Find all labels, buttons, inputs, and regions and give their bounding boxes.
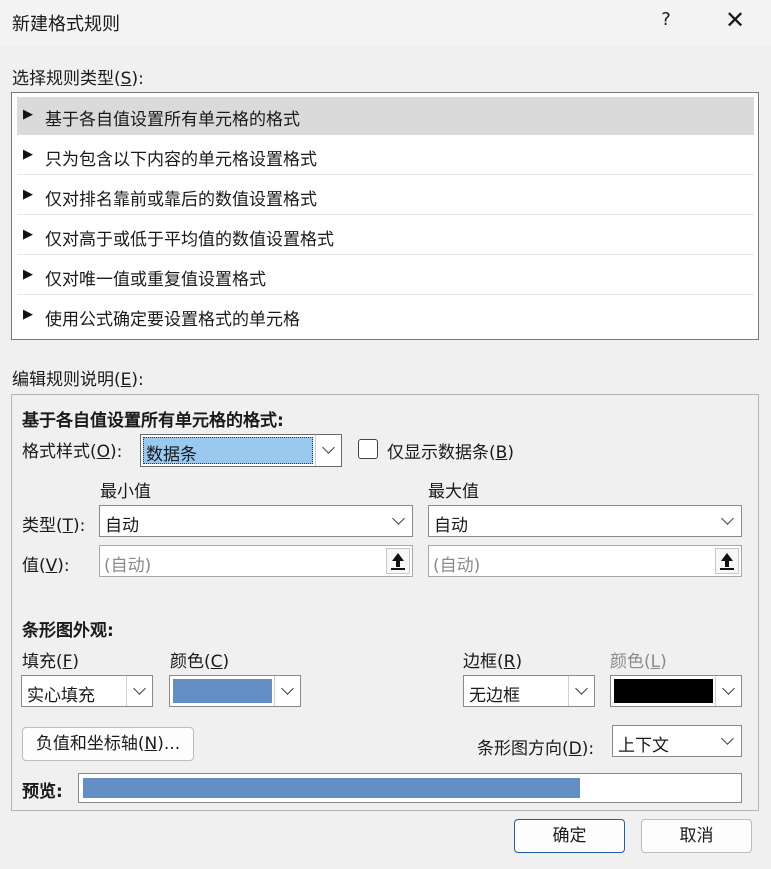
border-value: 无边框 xyxy=(469,686,520,706)
rule-item-average[interactable]: ▶ 仅对高于或低于平均值的数值设置格式 xyxy=(17,217,754,255)
format-style-label: 格式样式(O): xyxy=(22,442,123,462)
up-arrow-stem xyxy=(396,560,400,567)
preview-bar xyxy=(83,778,580,798)
fill-color-label: 颜色(C) xyxy=(170,652,230,672)
border-label: 边框(R) xyxy=(463,652,523,672)
dropdown-arrow xyxy=(568,676,594,706)
fill-value: 实心填充 xyxy=(27,686,95,706)
rule-item-label: 仅对排名靠前或靠后的数值设置格式 xyxy=(45,190,317,210)
ok-button[interactable]: 确定 xyxy=(514,819,625,853)
show-bar-only-checkbox[interactable] xyxy=(358,439,378,459)
rule-item-top-bottom[interactable]: ▶ 仅对排名靠前或靠后的数值设置格式 xyxy=(17,177,754,215)
rule-item-label: 基于各自值设置所有单元格的格式 xyxy=(45,110,300,130)
expand-triangle-icon: ▶ xyxy=(23,307,33,322)
fill-select[interactable]: 实心填充 xyxy=(21,675,153,707)
max-value-placeholder: (自动) xyxy=(433,556,481,576)
direction-select[interactable]: 上下文 xyxy=(612,725,742,757)
max-type-select[interactable]: 自动 xyxy=(428,505,742,537)
up-arrow-stem xyxy=(725,560,729,567)
min-header: 最小值 xyxy=(100,482,151,502)
chevron-down-icon xyxy=(133,682,146,695)
min-value-placeholder: (自动) xyxy=(104,556,152,576)
chevron-down-icon xyxy=(721,732,734,745)
dropdown-arrow xyxy=(715,726,741,756)
rule-item-label: 仅对唯一值或重复值设置格式 xyxy=(45,270,266,290)
collapse-dialog-button[interactable] xyxy=(715,548,739,574)
rule-item-label: 使用公式确定要设置格式的单元格 xyxy=(45,310,300,330)
dropdown-arrow xyxy=(715,506,741,536)
rule-item-formula[interactable]: ▶ 使用公式确定要设置格式的单元格 xyxy=(17,297,754,335)
expand-triangle-icon: ▶ xyxy=(23,147,33,162)
value-label: 值(V): xyxy=(22,556,70,576)
fill-color-swatch xyxy=(173,679,272,703)
max-type-value: 自动 xyxy=(434,516,468,536)
max-header: 最大值 xyxy=(428,482,479,502)
expand-triangle-icon: ▶ xyxy=(23,107,33,122)
up-arrow-base xyxy=(720,568,734,570)
border-color-select[interactable] xyxy=(610,675,742,707)
max-value-input[interactable]: (自动) xyxy=(428,545,742,577)
close-icon[interactable]: ✕ xyxy=(722,6,748,34)
rule-item-label: 只为包含以下内容的单元格设置格式 xyxy=(45,150,317,170)
chevron-down-icon xyxy=(281,682,294,695)
negative-axis-button[interactable]: 负值和坐标轴(N)... xyxy=(22,727,194,761)
format-style-select[interactable]: 数据条 xyxy=(140,434,342,467)
preview-label: 预览: xyxy=(22,782,63,802)
rule-item-unique-duplicate[interactable]: ▶ 仅对唯一值或重复值设置格式 xyxy=(17,257,754,295)
fill-color-select[interactable] xyxy=(169,675,301,707)
chevron-down-icon xyxy=(575,682,588,695)
chevron-down-icon xyxy=(721,512,734,525)
min-type-value: 自动 xyxy=(105,516,139,536)
border-color-label: 颜色(L) xyxy=(610,652,667,672)
rule-item-label: 仅对高于或低于平均值的数值设置格式 xyxy=(45,230,334,250)
collapse-dialog-button[interactable] xyxy=(386,548,410,574)
help-icon[interactable]: ? xyxy=(656,9,676,30)
dropdown-arrow xyxy=(386,506,412,536)
bar-appearance-heading: 条形图外观: xyxy=(22,621,114,641)
format-style-value: 数据条 xyxy=(146,445,197,465)
select-rule-type-label: 选择规则类型(S): xyxy=(12,69,144,89)
dialog-title: 新建格式规则 xyxy=(12,14,120,35)
chevron-down-icon xyxy=(392,512,405,525)
edit-rule-label: 编辑规则说明(E): xyxy=(12,370,144,390)
rule-item-all-cells[interactable]: ▶ 基于各自值设置所有单元格的格式 xyxy=(17,97,754,135)
rule-heading: 基于各自值设置所有单元格的格式: xyxy=(22,411,284,431)
dropdown-arrow xyxy=(315,435,341,466)
type-label: 类型(T): xyxy=(22,516,86,536)
dropdown-arrow xyxy=(274,676,300,706)
show-bar-only-label: 仅显示数据条(B) xyxy=(387,443,514,463)
border-select[interactable]: 无边框 xyxy=(463,675,595,707)
direction-label: 条形图方向(D): xyxy=(477,739,595,759)
rule-item-contains[interactable]: ▶ 只为包含以下内容的单元格设置格式 xyxy=(17,137,754,175)
dropdown-arrow xyxy=(126,676,152,706)
chevron-down-icon xyxy=(722,682,735,695)
min-type-select[interactable]: 自动 xyxy=(99,505,413,537)
cancel-button[interactable]: 取消 xyxy=(641,819,752,853)
direction-value: 上下文 xyxy=(618,736,669,756)
expand-triangle-icon: ▶ xyxy=(23,187,33,202)
expand-triangle-icon: ▶ xyxy=(23,227,33,242)
border-color-swatch xyxy=(614,679,713,703)
expand-triangle-icon: ▶ xyxy=(23,267,33,282)
up-arrow-base xyxy=(391,568,405,570)
chevron-down-icon xyxy=(322,441,335,454)
rule-type-list[interactable]: ▶ 基于各自值设置所有单元格的格式 ▶ 只为包含以下内容的单元格设置格式 ▶ 仅… xyxy=(11,92,759,340)
preview-box xyxy=(78,773,742,803)
fill-label: 填充(F) xyxy=(22,652,80,672)
min-value-input[interactable]: (自动) xyxy=(99,545,413,577)
dropdown-arrow xyxy=(715,676,741,706)
